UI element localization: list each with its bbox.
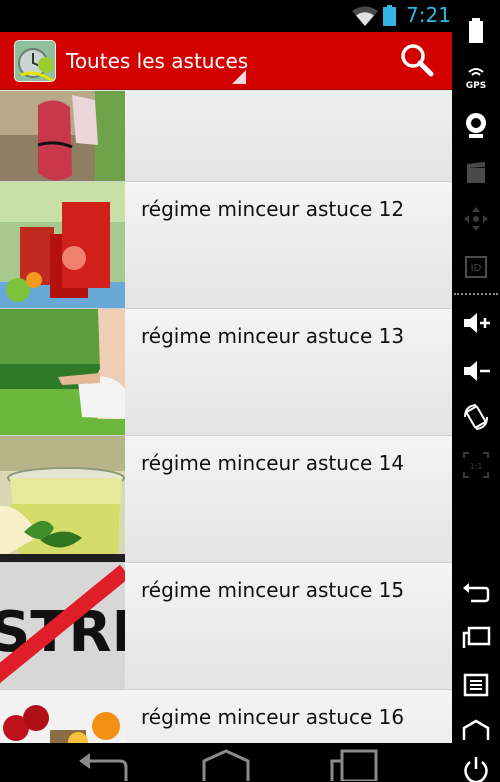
volume-down-icon[interactable] (461, 356, 491, 386)
app-logo-icon[interactable] (14, 40, 56, 82)
page-title[interactable]: Toutes les astuces (66, 48, 248, 74)
list-item[interactable] (0, 91, 452, 182)
list-item[interactable]: régime minceur astuce 14 (0, 436, 452, 563)
svg-text:ID: ID (471, 263, 482, 274)
no-stress-sign-thumbnail: STRES (0, 563, 125, 689)
recent-apps-icon[interactable] (330, 747, 378, 781)
red-drinks-thumbnail (0, 182, 125, 308)
search-icon[interactable] (398, 42, 436, 80)
back-icon[interactable] (461, 576, 491, 606)
status-bar: 7:21 (0, 0, 452, 32)
svg-text:GPS: GPS (466, 81, 486, 91)
list-item[interactable]: régime minceur astuce 12 (0, 182, 452, 309)
wifi-icon (352, 6, 378, 26)
id-icon[interactable]: ID (461, 252, 491, 282)
list-item[interactable]: régime minceur astuce 16 (0, 690, 452, 743)
tips-list: régime minceur astuce 12 régime minceur … (0, 91, 452, 743)
yoga-grass-thumbnail (0, 309, 125, 435)
phone-screen: 7:21 Toutes les astuces régime minceur a… (0, 0, 452, 782)
svg-text:1:1: 1:1 (470, 462, 483, 471)
dpad-icon[interactable] (461, 204, 491, 234)
list-item[interactable]: STRES régime minceur astuce 15 (0, 563, 452, 690)
running-shoes-thumbnail (0, 91, 125, 181)
list-item-label: régime minceur astuce 14 (141, 451, 405, 475)
divider (454, 293, 498, 295)
list-item[interactable]: régime minceur astuce 13 (0, 309, 452, 436)
action-bar: Toutes les astuces (0, 32, 452, 90)
webcam-icon[interactable] (461, 110, 491, 140)
scale-icon[interactable]: 1:1 (461, 450, 491, 480)
volume-up-icon[interactable] (461, 308, 491, 338)
home-icon[interactable] (202, 747, 250, 781)
list-item-label: régime minceur astuce 13 (141, 324, 405, 348)
list-item-label: régime minceur astuce 16 (141, 705, 405, 729)
fruits-thumbnail (0, 690, 125, 743)
rotate-icon[interactable] (461, 402, 491, 432)
spinner-indicator-icon (232, 70, 246, 84)
recent-apps-icon[interactable] (461, 622, 491, 652)
battery-icon[interactable] (461, 16, 491, 46)
green-tea-thumbnail (0, 436, 125, 562)
list-item-label: régime minceur astuce 12 (141, 197, 405, 221)
gps-icon[interactable]: GPS (461, 62, 491, 92)
home-icon[interactable] (461, 716, 491, 746)
back-icon[interactable] (76, 747, 128, 781)
menu-icon[interactable] (461, 670, 491, 700)
list-item-label: régime minceur astuce 15 (141, 578, 405, 602)
power-icon[interactable] (461, 754, 491, 782)
status-time: 7:21 (406, 3, 451, 27)
nav-bar (0, 743, 452, 782)
clapper-icon[interactable] (461, 158, 491, 188)
emulator-side-panel: GPS ID 1:1 (452, 0, 500, 782)
battery-icon (383, 5, 396, 26)
